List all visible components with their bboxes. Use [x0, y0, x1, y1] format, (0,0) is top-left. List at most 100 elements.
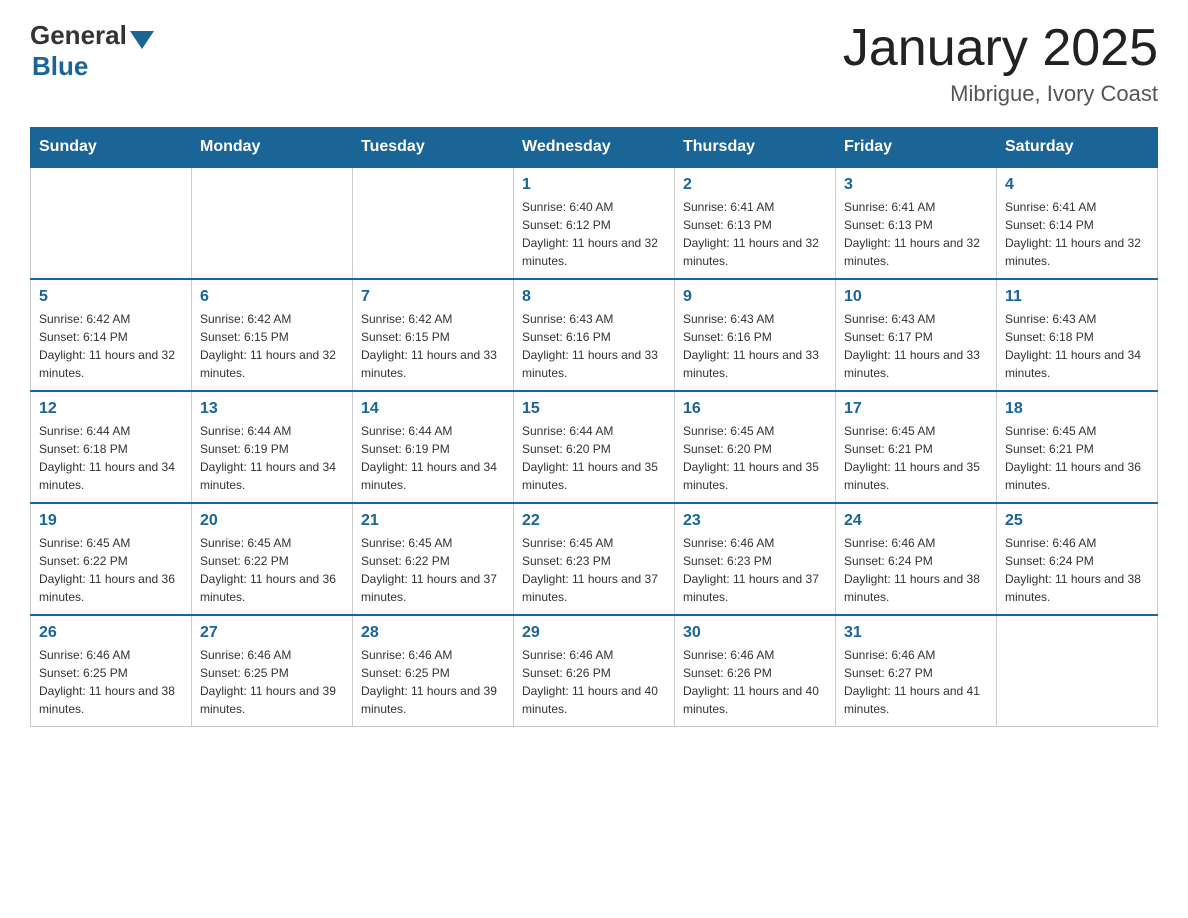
day-info: Sunrise: 6:46 AMSunset: 6:26 PMDaylight:…: [522, 646, 666, 718]
header-day-sunday: Sunday: [31, 128, 192, 168]
calendar-cell: 6 Sunrise: 6:42 AMSunset: 6:15 PMDaylight…: [192, 279, 353, 391]
day-number: 2: [683, 176, 827, 194]
day-info: Sunrise: 6:43 AMSunset: 6:18 PMDaylight:…: [1005, 310, 1149, 382]
calendar-cell: [31, 167, 192, 279]
calendar-cell: 31Sunrise: 6:46 AMSunset: 6:27 PMDayligh…: [836, 615, 997, 727]
day-info: Sunrise: 6:46 AMSunset: 6:27 PMDaylight:…: [844, 646, 988, 718]
logo-blue-text: Blue: [32, 51, 88, 82]
title-block: January 2025 Mibrigue, Ivory Coast: [843, 20, 1158, 107]
day-number: 8: [522, 288, 666, 306]
calendar-cell: 9Sunrise: 6:43 AMSunset: 6:16 PMDaylight…: [675, 279, 836, 391]
day-number: 12: [39, 400, 183, 418]
day-info: Sunrise: 6:41 AMSunset: 6:13 PMDaylight:…: [844, 198, 988, 270]
day-number: 30: [683, 624, 827, 642]
day-number: 6: [200, 288, 344, 306]
day-number: 3: [844, 176, 988, 194]
calendar-week-4: 19 Sunrise: 6:45 AMSunset: 6:22 PMDayligh…: [31, 503, 1158, 615]
calendar-cell: 19 Sunrise: 6:45 AMSunset: 6:22 PMDayligh…: [31, 503, 192, 615]
calendar-cell: 8 Sunrise: 6:43 AMSunset: 6:16 PMDaylight…: [514, 279, 675, 391]
logo-general-text: General: [30, 20, 127, 51]
day-info: Sunrise: 6:43 AMSunset: 6:16 PMDaylight:…: [683, 310, 827, 382]
header-day-friday: Friday: [836, 128, 997, 168]
day-info: Sunrise: 6:46 AMSunset: 6:26 PMDaylight:…: [683, 646, 827, 718]
header-row: SundayMondayTuesdayWednesdayThursdayFrid…: [31, 128, 1158, 168]
calendar-week-2: 5Sunrise: 6:42 AMSunset: 6:14 PMDaylight…: [31, 279, 1158, 391]
calendar-header: SundayMondayTuesdayWednesdayThursdayFrid…: [31, 128, 1158, 168]
day-info: Sunrise: 6:44 AMSunset: 6:20 PMDaylight:…: [522, 422, 666, 494]
calendar-cell: 23Sunrise: 6:46 AMSunset: 6:23 PMDayligh…: [675, 503, 836, 615]
day-info: Sunrise: 6:45 AMSunset: 6:20 PMDaylight:…: [683, 422, 827, 494]
calendar-week-1: 1 Sunrise: 6:40 AMSunset: 6:12 PMDaylight…: [31, 167, 1158, 279]
logo-arrow-icon: [130, 31, 154, 49]
calendar-week-3: 12 Sunrise: 6:44 AMSunset: 6:18 PMDayligh…: [31, 391, 1158, 503]
calendar-cell: 20 Sunrise: 6:45 AMSunset: 6:22 PMDayligh…: [192, 503, 353, 615]
day-info: Sunrise: 6:42 AMSunset: 6:15 PMDaylight:…: [200, 310, 344, 382]
day-info: Sunrise: 6:46 AMSunset: 6:23 PMDaylight:…: [683, 534, 827, 606]
day-info: Sunrise: 6:46 AMSunset: 6:24 PMDaylight:…: [1005, 534, 1149, 606]
day-info: Sunrise: 6:45 AMSunset: 6:21 PMDaylight:…: [1005, 422, 1149, 494]
header-day-thursday: Thursday: [675, 128, 836, 168]
day-info: Sunrise: 6:40 AMSunset: 6:12 PMDaylight:…: [522, 198, 666, 270]
day-info: Sunrise: 6:44 AMSunset: 6:18 PMDaylight:…: [39, 422, 183, 494]
calendar-cell: 25 Sunrise: 6:46 AMSunset: 6:24 PMDayligh…: [997, 503, 1158, 615]
header-day-saturday: Saturday: [997, 128, 1158, 168]
calendar-cell: 13 Sunrise: 6:44 AMSunset: 6:19 PMDayligh…: [192, 391, 353, 503]
calendar-cell: 12 Sunrise: 6:44 AMSunset: 6:18 PMDayligh…: [31, 391, 192, 503]
header-day-tuesday: Tuesday: [353, 128, 514, 168]
calendar-title: January 2025: [843, 20, 1158, 77]
day-number: 10: [844, 288, 988, 306]
calendar-cell: 14Sunrise: 6:44 AMSunset: 6:19 PMDayligh…: [353, 391, 514, 503]
calendar-cell: [192, 167, 353, 279]
day-info: Sunrise: 6:41 AMSunset: 6:14 PMDaylight:…: [1005, 198, 1149, 270]
calendar-cell: 17 Sunrise: 6:45 AMSunset: 6:21 PMDayligh…: [836, 391, 997, 503]
day-info: Sunrise: 6:45 AMSunset: 6:23 PMDaylight:…: [522, 534, 666, 606]
day-number: 25: [1005, 512, 1149, 530]
day-number: 28: [361, 624, 505, 642]
day-info: Sunrise: 6:43 AMSunset: 6:16 PMDaylight:…: [522, 310, 666, 382]
calendar-cell: 30 Sunrise: 6:46 AMSunset: 6:26 PMDayligh…: [675, 615, 836, 727]
day-number: 18: [1005, 400, 1149, 418]
calendar-cell: 2Sunrise: 6:41 AMSunset: 6:13 PMDaylight…: [675, 167, 836, 279]
calendar-cell: 3 Sunrise: 6:41 AMSunset: 6:13 PMDaylight…: [836, 167, 997, 279]
calendar-cell: 27Sunrise: 6:46 AMSunset: 6:25 PMDayligh…: [192, 615, 353, 727]
calendar-cell: 26 Sunrise: 6:46 AMSunset: 6:25 PMDayligh…: [31, 615, 192, 727]
day-number: 13: [200, 400, 344, 418]
calendar-week-5: 26 Sunrise: 6:46 AMSunset: 6:25 PMDayligh…: [31, 615, 1158, 727]
day-number: 26: [39, 624, 183, 642]
day-number: 1: [522, 176, 666, 194]
calendar-cell: 4Sunrise: 6:41 AMSunset: 6:14 PMDaylight…: [997, 167, 1158, 279]
calendar-cell: 24 Sunrise: 6:46 AMSunset: 6:24 PMDayligh…: [836, 503, 997, 615]
day-number: 20: [200, 512, 344, 530]
day-info: Sunrise: 6:46 AMSunset: 6:25 PMDaylight:…: [39, 646, 183, 718]
day-number: 17: [844, 400, 988, 418]
page-header: General Blue January 2025 Mibrigue, Ivor…: [30, 20, 1158, 107]
day-info: Sunrise: 6:45 AMSunset: 6:22 PMDaylight:…: [200, 534, 344, 606]
logo: General Blue: [30, 20, 154, 82]
day-info: Sunrise: 6:44 AMSunset: 6:19 PMDaylight:…: [361, 422, 505, 494]
day-number: 19: [39, 512, 183, 530]
calendar-cell: 11 Sunrise: 6:43 AMSunset: 6:18 PMDayligh…: [997, 279, 1158, 391]
day-info: Sunrise: 6:42 AMSunset: 6:15 PMDaylight:…: [361, 310, 505, 382]
day-number: 11: [1005, 288, 1149, 306]
calendar-subtitle: Mibrigue, Ivory Coast: [843, 81, 1158, 107]
day-number: 24: [844, 512, 988, 530]
day-info: Sunrise: 6:45 AMSunset: 6:21 PMDaylight:…: [844, 422, 988, 494]
calendar-cell: 15 Sunrise: 6:44 AMSunset: 6:20 PMDayligh…: [514, 391, 675, 503]
day-info: Sunrise: 6:46 AMSunset: 6:24 PMDaylight:…: [844, 534, 988, 606]
calendar-cell: 16Sunrise: 6:45 AMSunset: 6:20 PMDayligh…: [675, 391, 836, 503]
calendar-table: SundayMondayTuesdayWednesdayThursdayFrid…: [30, 127, 1158, 727]
day-info: Sunrise: 6:43 AMSunset: 6:17 PMDaylight:…: [844, 310, 988, 382]
calendar-cell: 1 Sunrise: 6:40 AMSunset: 6:12 PMDaylight…: [514, 167, 675, 279]
day-info: Sunrise: 6:44 AMSunset: 6:19 PMDaylight:…: [200, 422, 344, 494]
day-number: 21: [361, 512, 505, 530]
calendar-cell: 29 Sunrise: 6:46 AMSunset: 6:26 PMDayligh…: [514, 615, 675, 727]
calendar-cell: 21Sunrise: 6:45 AMSunset: 6:22 PMDayligh…: [353, 503, 514, 615]
day-number: 29: [522, 624, 666, 642]
calendar-cell: 28Sunrise: 6:46 AMSunset: 6:25 PMDayligh…: [353, 615, 514, 727]
calendar-body: 1 Sunrise: 6:40 AMSunset: 6:12 PMDaylight…: [31, 167, 1158, 727]
calendar-cell: 7 Sunrise: 6:42 AMSunset: 6:15 PMDaylight…: [353, 279, 514, 391]
day-number: 15: [522, 400, 666, 418]
calendar-cell: [997, 615, 1158, 727]
day-number: 7: [361, 288, 505, 306]
day-info: Sunrise: 6:45 AMSunset: 6:22 PMDaylight:…: [39, 534, 183, 606]
